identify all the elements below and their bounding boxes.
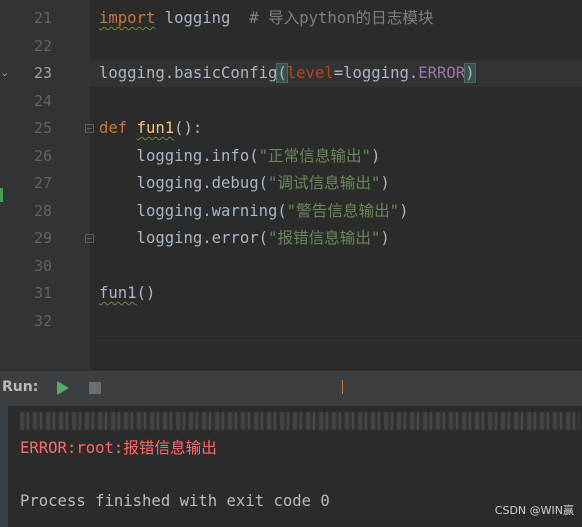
line-number-gutter: 21 22 23 24 25 26 27 28 29 30 31 32 <box>8 0 90 370</box>
code-text: (): <box>174 119 203 137</box>
editor-bottom-area <box>90 340 582 371</box>
line-number: 32 <box>33 312 52 330</box>
code-text: =logging. <box>333 64 419 82</box>
code-line-21[interactable]: import logging # 导入python的日志模块 <box>99 5 434 32</box>
code-text: logging.warning( <box>99 202 287 220</box>
keyword-def: def <box>99 119 128 137</box>
editor-left-strip <box>0 0 8 370</box>
string-literal: "警告信息输出" <box>286 202 400 220</box>
code-text: ) <box>370 147 381 165</box>
constant: ERROR <box>418 64 466 82</box>
play-icon[interactable] <box>57 381 69 395</box>
code-line-26[interactable]: logging.info("正常信息输出") <box>99 143 381 170</box>
run-toolbar: Run: <box>0 370 582 407</box>
code-line-31[interactable]: fun1() <box>99 280 155 307</box>
code-text: ) <box>380 174 390 192</box>
vcs-change-marker <box>0 188 3 202</box>
code-line-27[interactable]: logging.debug("调试信息输出") <box>99 170 390 197</box>
code-line-29[interactable]: logging.error("报错信息输出") <box>99 225 390 252</box>
function-call: fun1 <box>99 284 137 302</box>
line-number: 24 <box>33 92 52 110</box>
line-number-current: 23 <box>33 64 52 82</box>
matched-paren: ( <box>276 63 288 83</box>
matched-paren: ) <box>464 63 476 83</box>
fold-end-icon[interactable] <box>85 234 94 243</box>
code-text: ) <box>399 202 409 220</box>
string-literal: "报错信息输出" <box>268 229 381 247</box>
line-number: 28 <box>33 202 52 220</box>
watermark: CSDN @WIN赢 <box>494 504 574 517</box>
code-line-28[interactable]: logging.warning("警告信息输出") <box>99 198 409 225</box>
line-number: 21 <box>33 9 52 27</box>
line-number: 25 <box>33 119 52 137</box>
run-label: Run: <box>2 379 39 395</box>
fold-toggle-icon[interactable] <box>85 124 94 133</box>
console-left-strip <box>0 406 8 527</box>
keyword-argument: level <box>286 64 334 82</box>
run-console[interactable]: ERROR:root:报错信息输出 Process finished with … <box>0 406 582 527</box>
line-number: 22 <box>33 37 52 55</box>
console-exit-line: Process finished with exit code 0 <box>20 492 330 510</box>
code-text: logging <box>155 9 250 27</box>
stop-icon[interactable] <box>89 382 101 394</box>
redacted-command-line <box>20 412 580 430</box>
code-text: ) <box>380 229 390 247</box>
function-name: fun1 <box>136 119 175 137</box>
keyword-import: import <box>99 9 156 27</box>
line-number: 31 <box>33 284 52 302</box>
code-line-23[interactable]: logging.basicConfig(level=logging.ERROR) <box>99 60 476 87</box>
code-text: logging.basicConfig <box>99 64 278 82</box>
code-text: logging.debug( <box>99 174 268 192</box>
code-text: logging.error( <box>99 229 268 247</box>
line-number: 27 <box>33 174 52 192</box>
string-literal: "正常信息输出" <box>258 147 371 165</box>
line-number: 29 <box>33 229 52 247</box>
string-literal: "调试信息输出" <box>268 174 381 192</box>
code-text: () <box>136 284 156 302</box>
code-comment: # 导入python的日志模块 <box>249 9 434 27</box>
toolbar-marker <box>342 380 343 394</box>
console-error-line: ERROR:root:报错信息输出 <box>20 439 217 457</box>
line-number: 30 <box>33 257 52 275</box>
line-number: 26 <box>33 147 52 165</box>
code-line-25[interactable]: def fun1(): <box>99 115 202 142</box>
code-editor[interactable]: ⌄ 21 22 23 24 25 26 27 28 29 30 31 32 im… <box>0 0 582 371</box>
code-text: logging.info( <box>99 147 259 165</box>
